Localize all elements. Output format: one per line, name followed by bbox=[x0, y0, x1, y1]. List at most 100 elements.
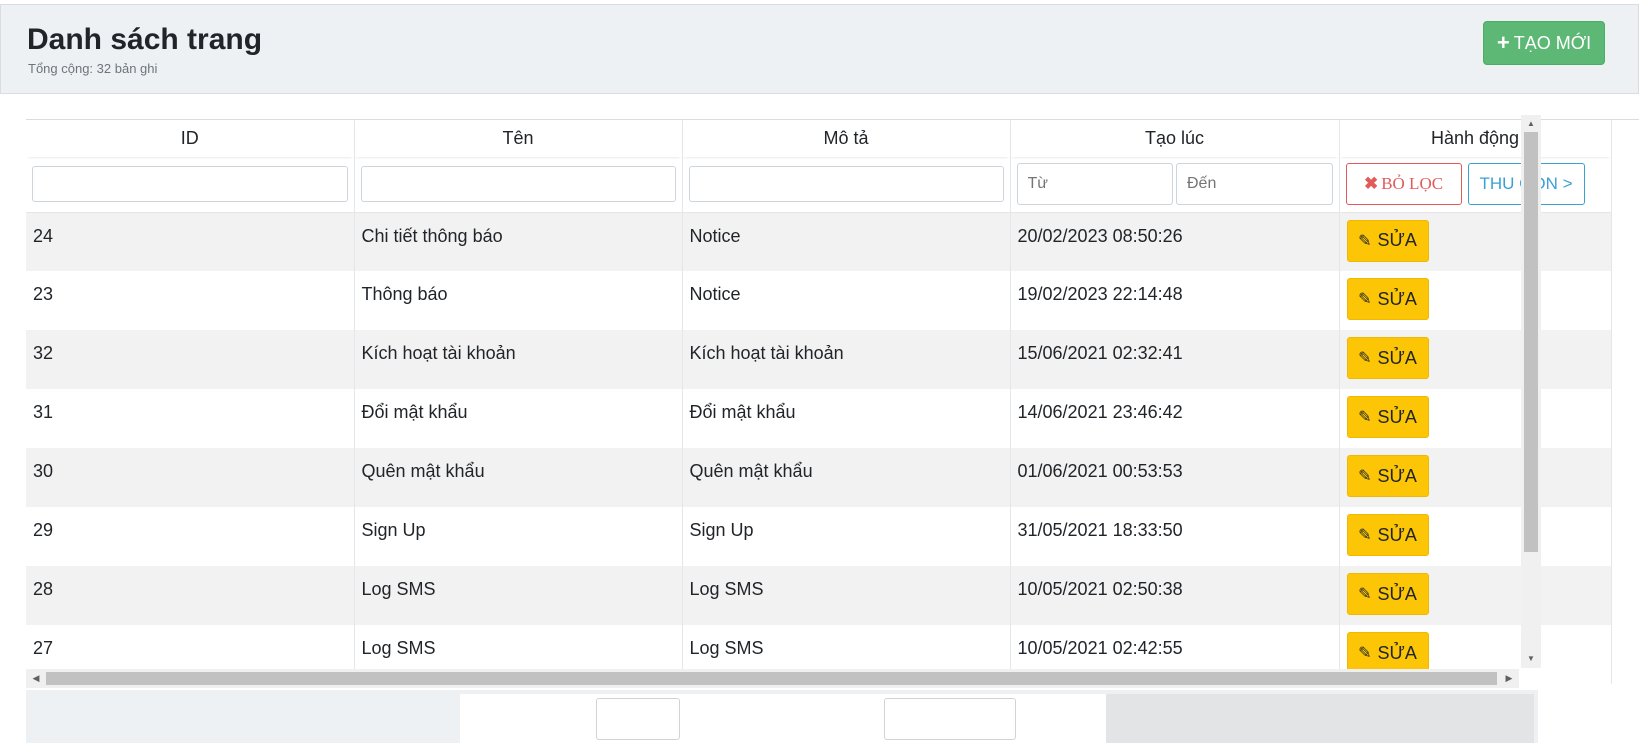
record-count: Tổng cộng: 32 bản ghi bbox=[28, 61, 158, 76]
vertical-scroll-thumb[interactable] bbox=[1524, 132, 1538, 552]
cell-actions: ✎ SỬA bbox=[1338, 271, 1612, 330]
pages-table: ID Tên Mô tả Tạo lúc Hành động Từ Đến ✖ … bbox=[26, 120, 1612, 684]
page-size-select[interactable] bbox=[884, 698, 1016, 740]
edit-label: SỬA bbox=[1377, 524, 1417, 545]
pencil-icon: ✎ bbox=[1358, 232, 1372, 250]
column-header-created[interactable]: Tạo lúc bbox=[1010, 120, 1340, 157]
cell-created: 15/06/2021 02:32:41 bbox=[1010, 330, 1340, 389]
column-header-description[interactable]: Mô tả bbox=[682, 120, 1011, 157]
cell-created: 10/05/2021 02:50:38 bbox=[1010, 566, 1340, 625]
create-new-button[interactable]: + TẠO MỚI bbox=[1483, 21, 1605, 65]
filter-cell-name bbox=[354, 157, 683, 213]
page-number-input[interactable] bbox=[596, 698, 680, 740]
horizontal-scroll-thumb[interactable] bbox=[46, 672, 1497, 685]
filter-cell-description bbox=[682, 157, 1011, 213]
edit-label: SỬA bbox=[1377, 406, 1417, 427]
filter-cell-actions: ✖ BỎ LỌC THU GỌN > bbox=[1338, 157, 1612, 213]
edit-button[interactable]: ✎ SỬA bbox=[1346, 278, 1429, 320]
cell-name: Log SMS bbox=[354, 566, 683, 625]
cell-description: Đổi mật khẩu bbox=[682, 389, 1011, 448]
table-row: 28 Log SMS Log SMS 10/05/2021 02:50:38 ✎… bbox=[26, 566, 1612, 625]
cell-name: Kích hoạt tài khoản bbox=[354, 330, 683, 389]
page-header: Danh sách trang Tổng cộng: 32 bản ghi + … bbox=[0, 4, 1639, 94]
cell-name: Đổi mật khẩu bbox=[354, 389, 683, 448]
description-filter-input[interactable] bbox=[688, 166, 1004, 203]
pencil-icon: ✎ bbox=[1358, 527, 1372, 544]
edit-label: SỬA bbox=[1377, 583, 1417, 604]
cell-created: 31/05/2021 18:33:50 bbox=[1010, 507, 1340, 566]
edit-label: SỬA bbox=[1377, 230, 1417, 250]
cell-id: 30 bbox=[26, 448, 355, 507]
cell-created: 14/06/2021 23:46:42 bbox=[1010, 389, 1340, 448]
column-header-name[interactable]: Tên bbox=[354, 120, 683, 157]
table-header-row: ID Tên Mô tả Tạo lúc Hành động bbox=[26, 120, 1612, 157]
filter-row: ✖ BỎ LỌC THU GỌN > bbox=[26, 157, 1612, 213]
cell-created: 01/06/2021 00:53:53 bbox=[1010, 448, 1340, 507]
edit-label: SỬA bbox=[1377, 465, 1417, 486]
cell-description: Notice bbox=[682, 212, 1011, 271]
cell-description: Kích hoạt tài khoản bbox=[682, 330, 1011, 389]
page: Danh sách trang Tổng cộng: 32 bản ghi + … bbox=[0, 0, 1639, 743]
cell-actions: ✎ SỬA bbox=[1338, 330, 1612, 389]
edit-button[interactable]: ✎ SỬA bbox=[1346, 219, 1429, 262]
edit-label: SỬA bbox=[1377, 288, 1417, 309]
cell-description: Log SMS bbox=[682, 566, 1011, 625]
pencil-icon: ✎ bbox=[1358, 350, 1372, 367]
cell-actions: ✎ SỬA bbox=[1338, 566, 1612, 625]
cell-id: 28 bbox=[26, 566, 355, 625]
edit-button[interactable]: ✎ SỬA bbox=[1346, 514, 1429, 556]
pencil-icon: ✎ bbox=[1358, 468, 1372, 485]
cell-created: 19/02/2023 22:14:48 bbox=[1010, 271, 1340, 330]
cell-actions: ✎ SỬA bbox=[1338, 507, 1612, 566]
pencil-icon: ✎ bbox=[1358, 291, 1372, 308]
create-new-label: TẠO MỚI bbox=[1513, 32, 1592, 53]
pencil-icon: ✎ bbox=[1358, 409, 1372, 426]
pencil-icon: ✎ bbox=[1358, 586, 1372, 603]
cell-created: 20/02/2023 08:50:26 bbox=[1010, 212, 1340, 271]
pages-table-container: ID Tên Mô tả Tạo lúc Hành động Từ Đến ✖ … bbox=[26, 119, 1639, 720]
scroll-right-icon[interactable]: ▶ bbox=[1501, 669, 1517, 688]
table-row: 23 Thông báo Notice 19/02/2023 22:14:48 … bbox=[26, 271, 1612, 330]
table-row: 31 Đổi mật khẩu Đổi mật khẩu 14/06/2021 … bbox=[26, 389, 1612, 448]
pagination-next[interactable] bbox=[1106, 694, 1534, 743]
name-filter-input[interactable] bbox=[360, 166, 676, 203]
cell-id: 23 bbox=[26, 271, 355, 330]
edit-button[interactable]: ✎ SỬA bbox=[1346, 455, 1429, 497]
scroll-up-icon[interactable]: ▲ bbox=[1521, 117, 1541, 131]
edit-button[interactable]: ✎ SỬA bbox=[1346, 396, 1429, 438]
date-to-input[interactable] bbox=[1176, 163, 1333, 206]
date-from-input[interactable] bbox=[1016, 163, 1173, 206]
page-title: Danh sách trang bbox=[27, 23, 263, 56]
cell-actions: ✎ SỬA bbox=[1338, 448, 1612, 507]
filter-cell-id bbox=[26, 157, 355, 213]
horizontal-scrollbar[interactable]: ◀ ▶ bbox=[26, 669, 1519, 688]
table-row: 32 Kích hoạt tài khoản Kích hoạt tài kho… bbox=[26, 330, 1612, 389]
close-icon: ✖ bbox=[1363, 174, 1379, 194]
cell-actions: ✎ SỬA bbox=[1338, 389, 1612, 448]
filter-cell-created bbox=[1010, 157, 1340, 213]
cell-id: 32 bbox=[26, 330, 355, 389]
clear-filter-button[interactable]: ✖ BỎ LỌC bbox=[1345, 163, 1462, 206]
table-row: 29 Sign Up Sign Up 31/05/2021 18:33:50 ✎… bbox=[26, 507, 1612, 566]
cell-description: Sign Up bbox=[682, 507, 1011, 566]
pagination-previous[interactable] bbox=[30, 694, 460, 743]
cell-description: Notice bbox=[682, 271, 1011, 330]
id-filter-input[interactable] bbox=[32, 166, 348, 203]
cell-id: 24 bbox=[26, 212, 355, 271]
cell-actions: ✎ SỬA bbox=[1338, 212, 1612, 271]
scroll-down-icon[interactable]: ▼ bbox=[1521, 652, 1541, 666]
filter-actions: ✖ BỎ LỌC THU GỌN > bbox=[1345, 163, 1605, 206]
table-row: 30 Quên mật khẩu Quên mật khẩu 01/06/202… bbox=[26, 448, 1612, 507]
cell-description: Quên mật khẩu bbox=[682, 448, 1011, 507]
edit-button[interactable]: ✎ SỬA bbox=[1346, 337, 1429, 379]
edit-button[interactable]: ✎ SỬA bbox=[1346, 632, 1429, 674]
column-header-actions: Hành động bbox=[1338, 120, 1612, 157]
edit-label: SỬA bbox=[1377, 347, 1417, 368]
clear-filter-label: BỎ LỌC bbox=[1381, 174, 1444, 194]
vertical-scrollbar[interactable]: ▲ ▼ bbox=[1521, 115, 1541, 668]
cell-id: 31 bbox=[26, 389, 355, 448]
edit-button[interactable]: ✎ SỬA bbox=[1346, 573, 1429, 615]
date-range-filter bbox=[1016, 163, 1333, 206]
column-header-id[interactable]: ID bbox=[26, 120, 355, 157]
scroll-left-icon[interactable]: ◀ bbox=[28, 669, 44, 688]
